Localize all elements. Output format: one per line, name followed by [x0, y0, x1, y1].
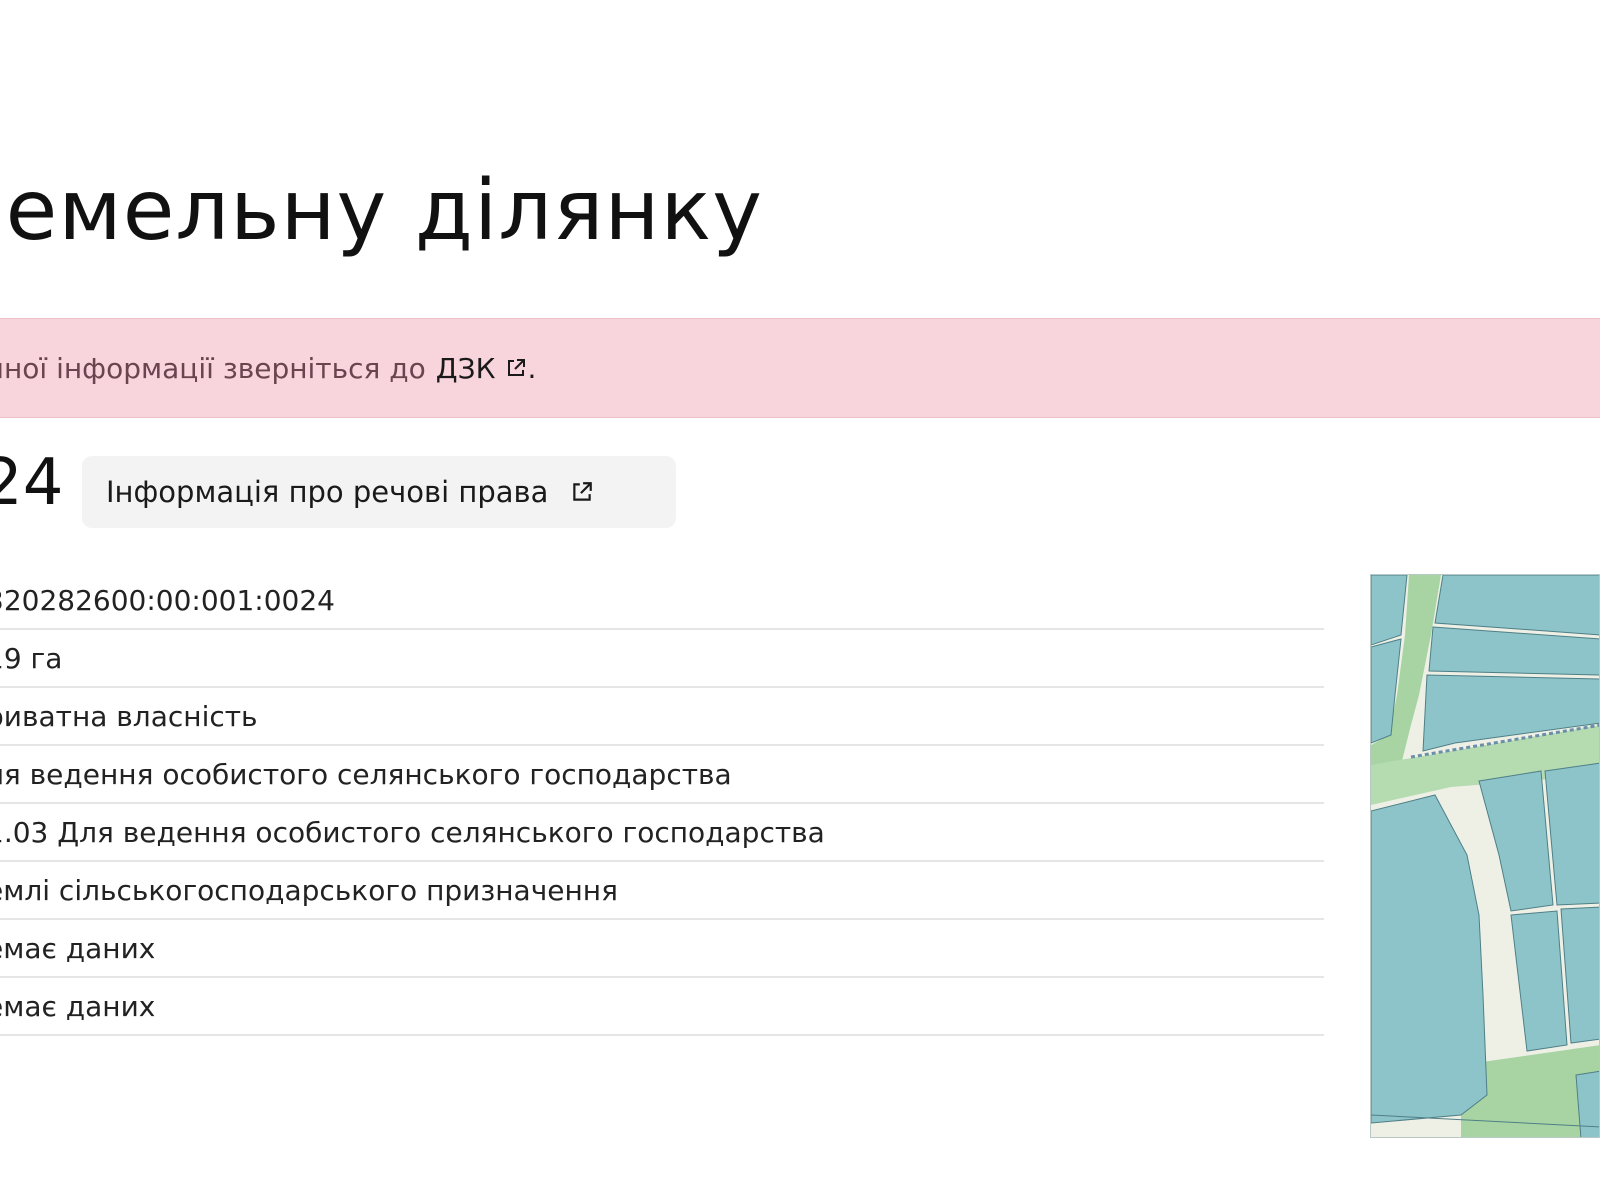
- info-row-ownership: риватна власність: [0, 688, 1324, 746]
- info-row-purpose-code: 1.03 Для ведення особистого селянського …: [0, 804, 1324, 862]
- parcel-map[interactable]: [1370, 574, 1600, 1138]
- alert-message: ійної інформації зверніться до ДЗК .: [0, 352, 536, 385]
- info-value: ля ведення особистого селянського господ…: [0, 757, 732, 791]
- page-title: земельну ділянку: [0, 161, 763, 259]
- info-value: емає даних: [0, 989, 156, 1023]
- info-row-cadastral-number: 320282600:00:001:0024: [0, 572, 1324, 630]
- info-value: емає даних: [0, 931, 156, 965]
- parcel-info-list: 320282600:00:001:0024 19 га риватна влас…: [0, 572, 1324, 1036]
- info-value: 1.03 Для ведення особистого селянського …: [0, 815, 825, 849]
- info-value: 19 га: [0, 641, 63, 675]
- dzk-link-label: ДЗК: [435, 351, 496, 385]
- info-row-land-category: емлі сільськогосподарського призначення: [0, 862, 1324, 920]
- alert-banner: ійної інформації зверніться до ДЗК .: [0, 318, 1600, 418]
- info-row-purpose: ля ведення особистого селянського господ…: [0, 746, 1324, 804]
- alert-trailing: .: [527, 351, 537, 385]
- info-value: емлі сільськогосподарського призначення: [0, 873, 618, 907]
- info-value: риватна власність: [0, 699, 258, 733]
- info-row-no-data-1: емає даних: [0, 920, 1324, 978]
- alert-text: ійної інформації зверніться до: [0, 351, 426, 385]
- external-link-icon: [505, 357, 527, 379]
- info-row-no-data-2: емає даних: [0, 978, 1324, 1036]
- external-link-icon: [570, 480, 594, 504]
- property-rights-label: Інформація про речові права: [106, 475, 549, 509]
- dzk-link[interactable]: ДЗК: [436, 352, 528, 385]
- property-rights-button[interactable]: Інформація про речові права: [82, 456, 676, 528]
- info-row-area: 19 га: [0, 630, 1324, 688]
- info-value: 320282600:00:001:0024: [0, 583, 335, 617]
- parcel-number: 24: [0, 446, 64, 520]
